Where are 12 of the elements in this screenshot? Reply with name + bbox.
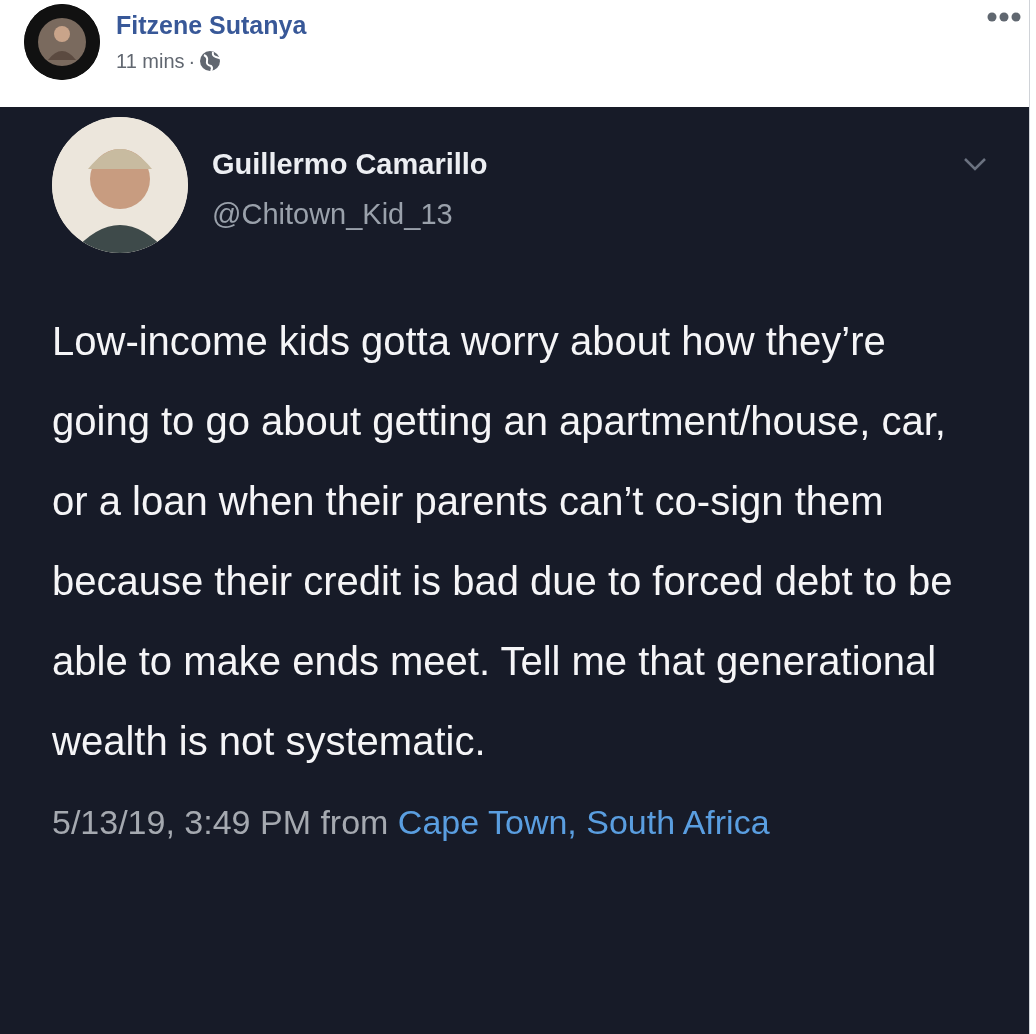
tweet-text: Low-income kids gotta worry about how they’re going to go about getting an apartment/house, car, or a loan when their parents can’t co-sign them because their credit is bad due to forced debt to be able to make ends meet. Tell me that generational wealth is not systematic. xyxy=(52,318,954,765)
globe-icon[interactable] xyxy=(199,49,222,72)
tweet-timestamp: 5/13/19, 3:49 PM from xyxy=(52,803,389,841)
more-options-icon[interactable] xyxy=(987,12,1021,22)
location-link[interactable]: Cape Town, South Africa xyxy=(397,803,770,841)
avatar[interactable] xyxy=(24,4,100,80)
separator: · xyxy=(188,48,196,74)
author-name[interactable]: Fitzene Sutanya xyxy=(116,12,307,40)
post-time[interactable]: 11 mins xyxy=(116,45,185,76)
chevron-down-icon xyxy=(963,157,987,171)
tweet-author-name: Guillermo Camarillo xyxy=(212,147,488,182)
tweet-handle: @Chitown_Kid_13 xyxy=(212,196,454,232)
